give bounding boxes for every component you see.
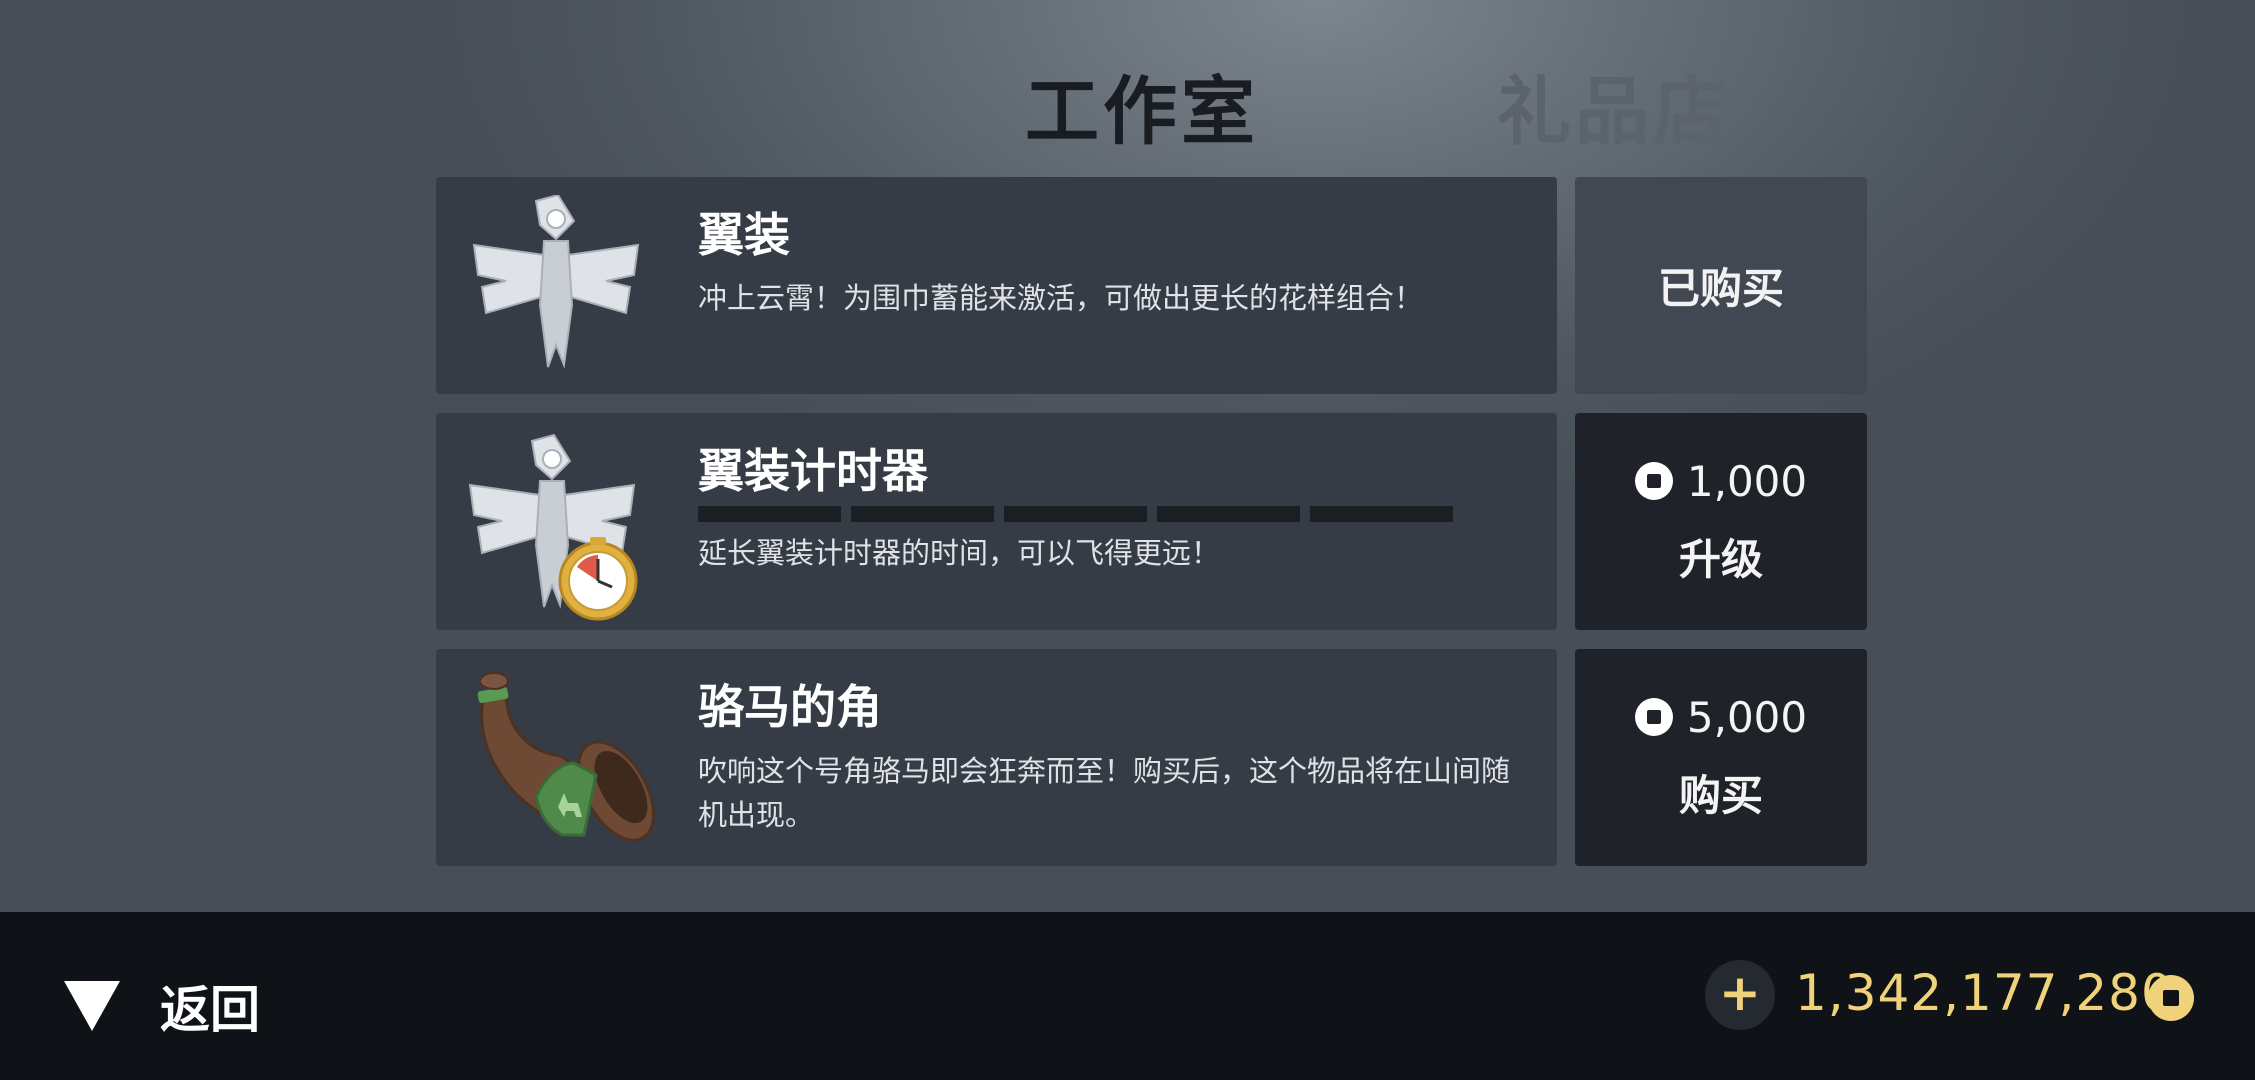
back-triangle-icon — [64, 981, 120, 1031]
plus-icon: + — [1719, 964, 1761, 1022]
price-tag: 1,000 — [1634, 456, 1808, 506]
wingsuit-timer-icon — [466, 431, 646, 621]
upgrade-button[interactable]: 1,000 升级 — [1575, 413, 1867, 630]
tab-gift-shop[interactable]: 礼品店 — [1497, 52, 1731, 159]
add-coins-button[interactable]: + — [1705, 960, 1775, 1030]
item-description: 吹响这个号角骆马即会狂奔而至！购买后，这个物品将在山间随机出现。 — [698, 754, 1511, 832]
upgrade-label: 升级 — [1678, 534, 1763, 584]
price-tag: 5,000 — [1634, 692, 1808, 742]
coin-balance: 1,342,177,280 — [1795, 964, 2174, 1022]
upgrade-level-segment — [698, 506, 841, 522]
coin-icon — [1634, 462, 1673, 500]
item-title: 骆马的角 — [698, 680, 882, 734]
item-title: 翼装计时器 — [698, 444, 928, 498]
tab-bar: 工作室 礼品店 — [0, 52, 2255, 155]
upgrade-level-segment — [1004, 506, 1147, 522]
upgrade-level-segment — [851, 506, 994, 522]
back-label: 返回 — [160, 981, 260, 1039]
back-button[interactable]: 返回 — [64, 970, 260, 1042]
shop-item-wingsuit-timer: 翼装计时器 延长翼装计时器的时间，可以飞得更远！ — [436, 413, 1557, 630]
item-title: 翼装 — [698, 208, 790, 262]
footer-bar: 返回 + 1,342,177,280 — [0, 912, 2255, 1080]
buy-label: 购买 — [1678, 770, 1763, 820]
shop-item-llama-horn: 骆马的角 吹响这个号角骆马即会狂奔而至！购买后，这个物品将在山间随机出现。 — [436, 649, 1557, 866]
upgrade-level-segment — [1310, 506, 1453, 522]
purchased-label: 已购买 — [1657, 264, 1784, 313]
buy-button[interactable]: 5,000 购买 — [1575, 649, 1867, 866]
price-value: 1,000 — [1686, 456, 1808, 506]
purchased-button[interactable]: 已购买 — [1575, 177, 1867, 394]
item-description: 冲上云霄！为围巾蓄能来激活，可做出更长的花样组合！ — [698, 281, 1424, 315]
upgrade-level-segment — [1157, 506, 1300, 522]
tab-workshop[interactable]: 工作室 — [1025, 52, 1259, 159]
wingsuit-icon — [466, 193, 646, 375]
coin-icon — [1634, 698, 1673, 736]
price-value: 5,000 — [1686, 692, 1808, 742]
upgrade-level-bar — [698, 506, 1453, 522]
coin-icon — [2148, 975, 2194, 1021]
item-description: 延长翼装计时器的时间，可以飞得更远！ — [698, 536, 1221, 570]
llama-horn-icon — [466, 667, 655, 847]
shop-item-wingsuit: 翼装 冲上云霄！为围巾蓄能来激活，可做出更长的花样组合！ — [436, 177, 1557, 394]
